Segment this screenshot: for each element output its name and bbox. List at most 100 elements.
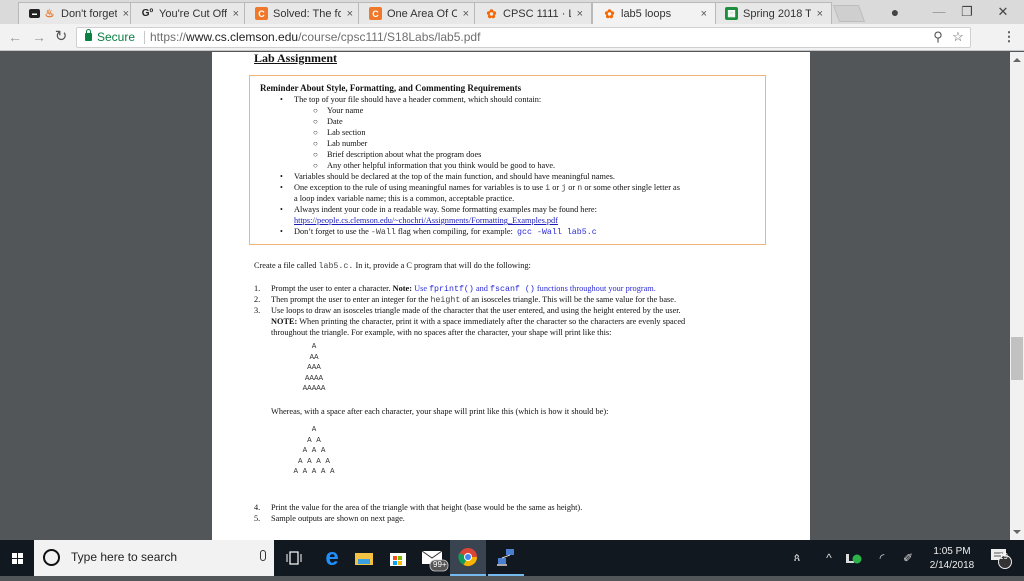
text: One exception to the rule of using meani… <box>294 183 544 192</box>
system-clock[interactable]: 1:05 PM 2/14/2018 <box>922 545 982 573</box>
circle-bullet-icon: ○ <box>313 161 318 170</box>
cortana-icon <box>43 549 60 566</box>
clock-time: 1:05 PM <box>933 546 971 557</box>
close-tab-icon[interactable]: × <box>347 8 353 20</box>
close-window-button[interactable]: ✕ <box>988 2 1018 22</box>
wifi-icon[interactable]: ◜ <box>872 540 892 576</box>
sub-item: Brief description about what the program… <box>327 150 482 159</box>
scrollbar-thumb[interactable] <box>1011 337 1023 380</box>
formatting-examples-link[interactable]: https://people.cs.clemson.edu/~chochri/A… <box>294 216 558 226</box>
scroll-down-arrow-icon[interactable] <box>1013 530 1021 534</box>
step-1: Prompt the user to enter a character. No… <box>271 284 656 295</box>
minimize-button[interactable]: — <box>924 2 954 22</box>
browser-toolbar: ← → ↻ Secure https://www.cs.clemson.edu/… <box>0 24 1024 51</box>
chrome-taskbar-button[interactable] <box>450 540 486 576</box>
vertical-scrollbar[interactable] <box>1010 52 1024 540</box>
step-number: 3. <box>254 306 261 315</box>
circle-bullet-icon: ○ <box>313 106 318 115</box>
divider <box>144 31 145 44</box>
tab-lab5-loops[interactable]: ✿ lab5 loops × <box>592 2 716 24</box>
address-bar[interactable]: Secure https://www.cs.clemson.edu/course… <box>76 27 971 48</box>
text: functions throughout your program. <box>536 284 656 293</box>
microphone-icon[interactable] <box>260 550 266 561</box>
zoom-icon[interactable]: ⚲ <box>929 28 947 46</box>
triangle-row: AAAA <box>304 374 324 383</box>
reload-button[interactable]: ↻ <box>52 28 70 46</box>
task-view-icon <box>286 551 302 565</box>
step-number: 2. <box>254 295 261 304</box>
new-tab-button[interactable] <box>832 5 866 22</box>
action-center-button[interactable]: 19 <box>986 540 1016 576</box>
mail-icon[interactable]: 99+ <box>416 540 452 576</box>
bullet-icon: • <box>280 227 283 236</box>
tab-spring-2018-tut[interactable]: ▦ Spring 2018 Tut × <box>714 2 832 24</box>
pen-icon[interactable]: ✐ <box>898 540 918 576</box>
scroll-up-arrow-icon[interactable] <box>1013 58 1021 62</box>
url-text[interactable]: https://www.cs.clemson.edu/course/cpsc11… <box>150 28 480 47</box>
tab-solved-the-force[interactable]: C Solved: The forc × <box>244 2 362 24</box>
lock-icon <box>85 29 92 41</box>
code-filename: lab5.c. <box>318 262 354 271</box>
task-view-button[interactable] <box>276 540 312 576</box>
triangle-row: A A A <box>302 447 326 455</box>
microsoft-store-icon[interactable] <box>380 540 416 576</box>
close-tab-icon[interactable]: × <box>577 8 583 20</box>
tab-one-area-of[interactable]: C One Area Of Co × <box>358 2 478 24</box>
back-button[interactable]: ← <box>6 28 24 46</box>
close-tab-icon[interactable]: × <box>233 8 239 20</box>
whereas-text: Whereas, with a space after each charact… <box>271 407 609 416</box>
step-3: Use loops to draw an isosceles triangle … <box>271 306 681 315</box>
text: or <box>552 183 560 192</box>
text: or <box>568 183 576 192</box>
reminder-bullet-exception-cont: a loop index variable name; this is a co… <box>294 194 515 203</box>
tab-title: Solved: The forc <box>273 7 341 20</box>
close-tab-icon[interactable]: × <box>463 8 469 20</box>
reminder-title: Reminder About Style, Formatting, and Co… <box>260 83 522 93</box>
forward-button[interactable]: → <box>30 28 48 46</box>
tab-dont-forget[interactable]: ▬ ♨ Don't forget × <box>18 2 138 24</box>
code-fprintf: fprintf() <box>429 285 474 294</box>
file-explorer-icon[interactable] <box>346 540 382 576</box>
triangle-row: AAA <box>307 364 321 372</box>
chegg-c-icon: C <box>369 7 382 20</box>
people-icon[interactable]: ጰ <box>786 540 808 576</box>
edge-browser-icon[interactable]: e <box>314 540 350 576</box>
sub-item: Your name <box>327 106 364 115</box>
chegg-c-icon: C <box>255 7 268 20</box>
triangle-row: A A A A <box>298 457 330 466</box>
bookmark-star-icon[interactable]: ☆ <box>949 28 967 46</box>
text: flag when compiling, for example: <box>397 227 513 236</box>
pdf-page: Lab Assignment Reminder About Style, For… <box>212 52 810 540</box>
sub-item: Any other helpful information that you t… <box>327 161 556 170</box>
url-host: www.cs.clemson.edu <box>186 30 299 44</box>
tab-cpsc-1111[interactable]: ✿ CPSC 1111 · Lal × <box>474 2 592 24</box>
code-j: j <box>561 184 567 193</box>
triangle-row: AA <box>309 353 319 362</box>
step-3-note: NOTE: When printing the character, print… <box>271 317 685 327</box>
restore-button[interactable]: ❐ <box>952 2 982 22</box>
step-number: 1. <box>254 284 261 293</box>
network-app-icon[interactable] <box>488 540 524 576</box>
text: When printing the character, print it wi… <box>299 317 686 326</box>
bullet-icon: • <box>280 183 283 192</box>
taskbar-search-input[interactable]: Type here to search <box>34 540 274 576</box>
sheets-icon: ▦ <box>725 7 738 20</box>
text: Create a file called <box>254 261 317 270</box>
close-tab-icon[interactable]: × <box>701 8 707 20</box>
step-5: Sample outputs are shown on next page. <box>271 514 405 523</box>
circle-bullet-icon: ○ <box>313 117 318 126</box>
update-tray-icon[interactable] <box>844 540 864 576</box>
menu-kebab-icon[interactable]: ⋮ <box>1000 28 1018 46</box>
text: of an isosceles triangle. This will be t… <box>462 295 677 304</box>
show-hidden-icons-chevron-icon[interactable]: ^ <box>820 540 838 576</box>
start-button[interactable] <box>0 540 34 576</box>
close-tab-icon[interactable]: × <box>817 8 823 20</box>
tab-title: You're Cut Off H <box>159 7 227 20</box>
code-command: gcc -Wall lab5.c <box>517 228 597 237</box>
triangle-row: AAAAA <box>302 385 326 393</box>
url-scheme: https:// <box>150 30 187 44</box>
tab-youre-cut-off[interactable]: Gº You're Cut Off H × <box>130 2 248 24</box>
step-3-cont: throughout the triangle. For example, wi… <box>271 328 612 337</box>
close-tab-icon[interactable]: × <box>123 8 129 20</box>
profile-icon[interactable]: ● <box>880 2 910 22</box>
